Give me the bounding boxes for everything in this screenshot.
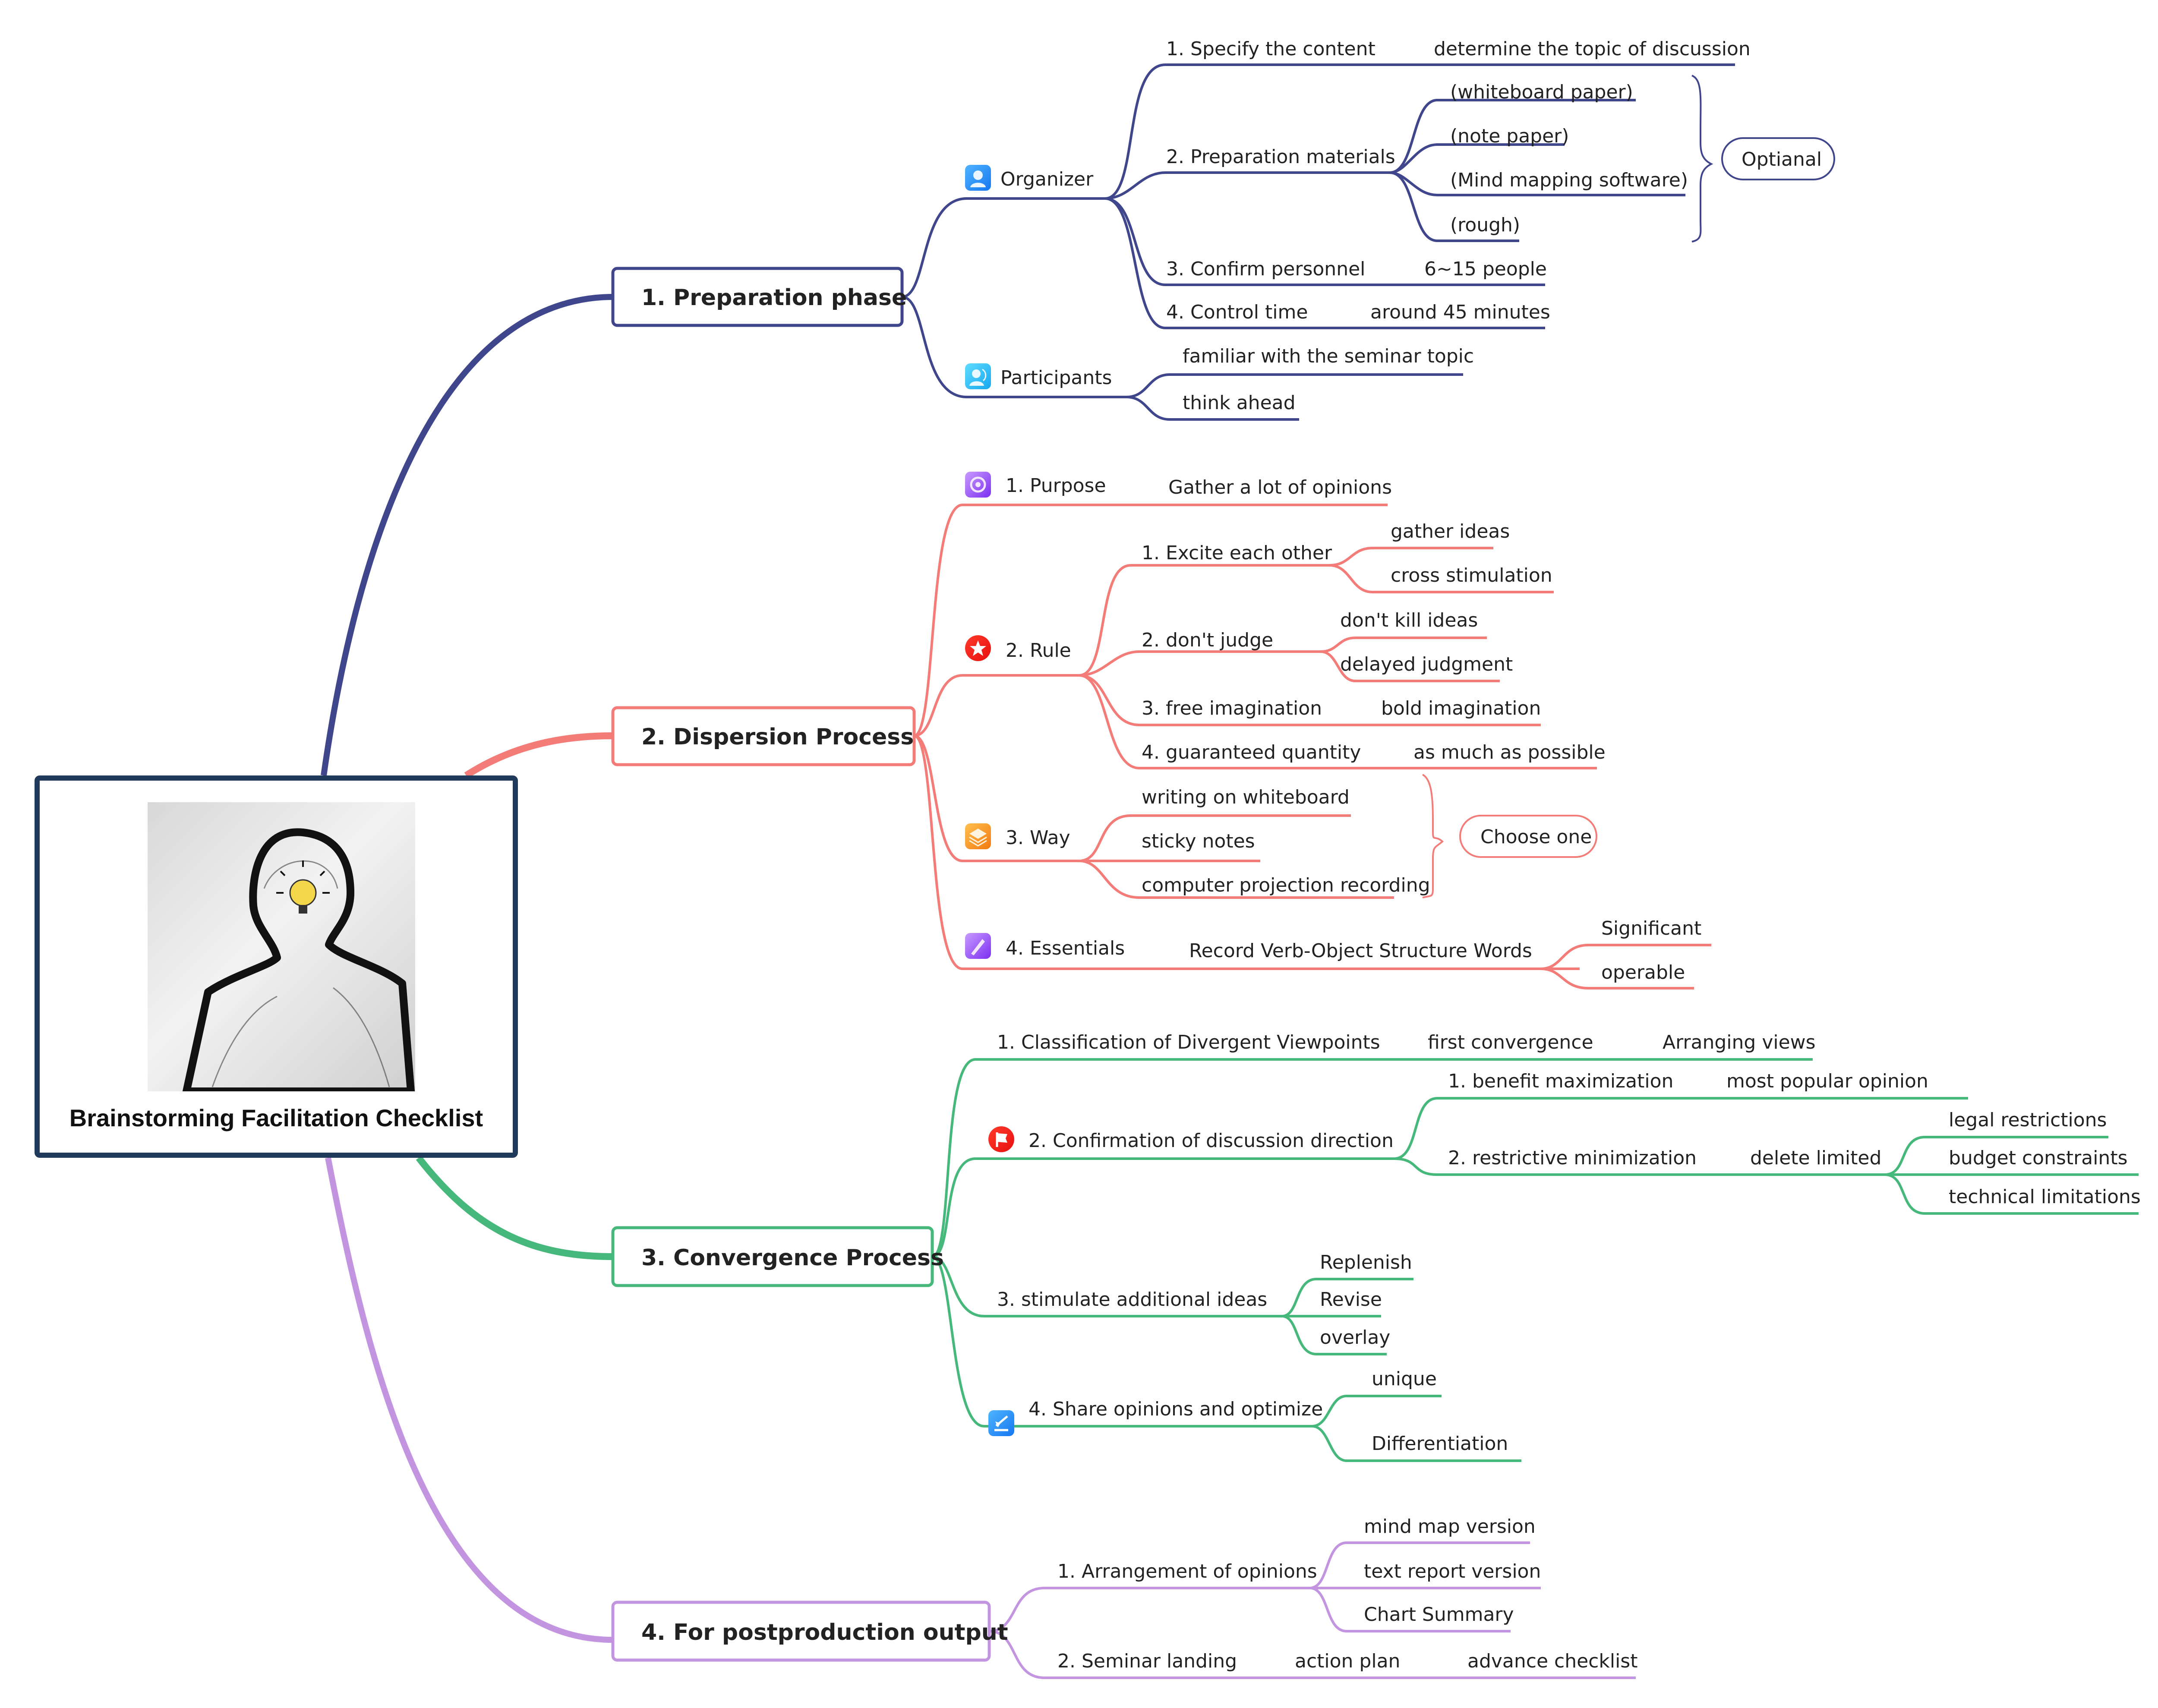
node-topic[interactable]: determine the topic of discussion [1434,38,1751,60]
node-rule[interactable]: 2. Rule [1006,640,1071,662]
node-guaranteed-quantity[interactable]: 4. guaranteed quantity [1142,741,1361,763]
node-action-plan[interactable]: action plan [1295,1650,1400,1672]
connector-branch-4 [325,1157,613,1643]
node-preparation-materials[interactable]: 2. Preparation materials [1166,146,1395,168]
node-arrangement-opinions[interactable]: 1. Arrangement of opinions [1057,1560,1317,1582]
node-chart-summary[interactable]: Chart Summary [1364,1604,1514,1626]
branch-title: 1. Preparation phase [641,285,907,311]
node-delayed-judgment[interactable]: delayed judgment [1340,653,1513,675]
summary-optional-label: Optianal [1742,148,1822,170]
node-replenish[interactable]: Replenish [1320,1251,1412,1273]
node-advance-checklist[interactable]: advance checklist [1467,1650,1637,1672]
root-title: Brainstorming Facilitation Checklist [69,1104,483,1131]
node-participants[interactable]: Participants [1000,367,1112,389]
node-control-time[interactable]: 4. Control time [1166,301,1308,323]
node-delete-limited[interactable]: delete limited [1750,1147,1881,1169]
node-gather-ideas[interactable]: gather ideas [1391,520,1510,542]
node-specify-content[interactable]: 1. Specify the content [1166,38,1376,60]
node-6-15-people[interactable]: 6~15 people [1424,258,1547,280]
node-as-much-as-possible[interactable]: as much as possible [1413,741,1606,763]
pen-icon [965,933,991,959]
share-icon [988,1410,1014,1436]
node-differentiation[interactable]: Differentiation [1372,1433,1508,1455]
node-whiteboard-paper[interactable]: (whiteboard paper) [1450,81,1633,103]
node-confirm-personnel[interactable]: 3. Confirm personnel [1166,258,1365,280]
people-icon [965,363,991,389]
node-share-opinions[interactable]: 4. Share opinions and optimize [1029,1398,1323,1420]
node-text-report-version[interactable]: text report version [1364,1560,1541,1582]
node-45-minutes[interactable]: around 45 minutes [1370,301,1550,323]
node-dont-kill-ideas[interactable]: don't kill ideas [1340,609,1478,631]
summary-choose-one-label: Choose one [1480,826,1592,848]
target-icon [965,472,991,498]
node-confirmation-direction[interactable]: 2. Confirmation of discussion direction [1029,1130,1394,1152]
node-first-convergence[interactable]: first convergence [1428,1031,1593,1053]
node-seminar-landing[interactable]: 2. Seminar landing [1057,1650,1237,1672]
node-stimulate-ideas[interactable]: 3. stimulate additional ideas [997,1289,1267,1311]
branch-title: 2. Dispersion Process [641,724,914,750]
node-note-paper[interactable]: (note paper) [1450,125,1569,147]
node-rough[interactable]: (rough) [1450,214,1520,236]
node-dont-judge[interactable]: 2. don't judge [1142,629,1273,651]
node-whiteboard-writing[interactable]: writing on whiteboard [1142,786,1350,808]
node-technical-limitations[interactable]: technical limitations [1949,1186,2141,1208]
star-icon [965,635,991,661]
node-arranging-views[interactable]: Arranging views [1663,1031,1816,1053]
layers-icon [965,823,991,849]
node-unique[interactable]: unique [1372,1368,1437,1390]
node-legal-restrictions[interactable]: legal restrictions [1949,1109,2107,1131]
node-excite-each-other[interactable]: 1. Excite each other [1142,542,1332,564]
node-gather-opinions[interactable]: Gather a lot of opinions [1168,476,1392,498]
node-cross-stimulation[interactable]: cross stimulation [1391,564,1552,586]
node-budget-constraints[interactable]: budget constraints [1949,1147,2128,1169]
node-bold-imagination[interactable]: bold imagination [1381,697,1541,719]
node-operable[interactable]: operable [1601,961,1685,983]
node-purpose[interactable]: 1. Purpose [1006,475,1106,497]
branch-title: 3. Convergence Process [641,1245,944,1271]
person-lightbulb-icon [183,828,415,1091]
node-familiar-topic[interactable]: familiar with the seminar topic [1183,345,1474,367]
bracket-optional [1691,75,1713,243]
node-way[interactable]: 3. Way [1006,827,1070,849]
connector-branch-2 [464,732,613,778]
node-revise[interactable]: Revise [1320,1289,1382,1311]
node-significant[interactable]: Significant [1601,917,1701,939]
node-organizer[interactable]: Organizer [1000,168,1094,190]
node-verb-object[interactable]: Record Verb-Object Structure Words [1189,940,1532,962]
node-free-imagination[interactable]: 3. free imagination [1142,697,1322,719]
connector-branch-3 [416,1156,613,1260]
node-think-ahead[interactable]: think ahead [1183,392,1296,414]
node-most-popular-opinion[interactable]: most popular opinion [1726,1070,1928,1092]
node-essentials[interactable]: 4. Essentials [1006,937,1125,959]
person-icon [965,165,991,191]
connector-branch-1 [321,294,613,776]
node-classification[interactable]: 1. Classification of Divergent Viewpoint… [997,1031,1380,1053]
node-computer-projection[interactable]: computer projection recording [1142,874,1430,896]
node-restrictive-minimization[interactable]: 2. restrictive minimization [1448,1147,1697,1169]
flag-icon [988,1126,1014,1152]
node-overlay[interactable]: overlay [1320,1327,1390,1349]
node-sticky-notes[interactable]: sticky notes [1142,830,1255,852]
brainstorm-illustration [148,802,415,1091]
node-mind-mapping-software[interactable]: (Mind mapping software) [1450,169,1688,191]
branch-title: 4. For postproduction output [641,1620,1008,1645]
node-benefit-maximization[interactable]: 1. benefit maximization [1448,1070,1673,1092]
node-mind-map-version[interactable]: mind map version [1364,1516,1536,1538]
root-topic[interactable]: Brainstorming Facilitation Checklist [35,775,518,1158]
